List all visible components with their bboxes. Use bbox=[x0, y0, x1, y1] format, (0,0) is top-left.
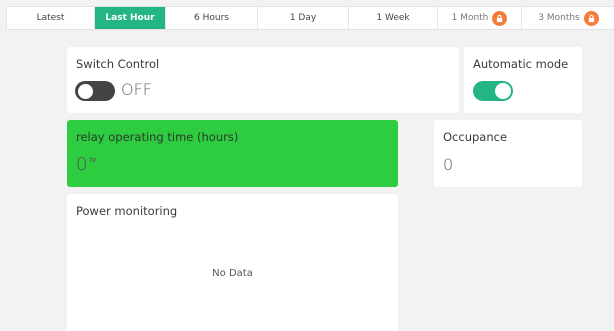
power-monitoring-widget: Power monitoring No Data bbox=[67, 194, 398, 331]
relay-time-readout: 0 hr bbox=[76, 154, 97, 175]
switch-state-label: OFF bbox=[121, 80, 152, 99]
widget-title: relay operating time (hours) bbox=[76, 130, 239, 144]
tab-1-week[interactable]: 1 Week bbox=[349, 7, 438, 29]
tab-label: 1 Month bbox=[451, 13, 489, 23]
lock-icon bbox=[492, 10, 508, 26]
toggle-knob bbox=[77, 82, 94, 100]
no-data-label: No Data bbox=[212, 268, 253, 279]
tab-label: 6 Hours bbox=[194, 13, 229, 23]
switch-control-widget: Switch Control OFF bbox=[67, 47, 459, 113]
widget-title: Switch Control bbox=[76, 57, 160, 71]
tab-label: 1 Day bbox=[289, 13, 317, 23]
tab-1-month[interactable]: 1 Month bbox=[438, 7, 522, 29]
tab-label: 1 Week bbox=[376, 13, 410, 23]
lock-icon bbox=[583, 10, 599, 26]
tab-1-day[interactable]: 1 Day bbox=[258, 7, 349, 29]
switch-control-toggle[interactable] bbox=[75, 81, 115, 101]
widget-title: Occupance bbox=[443, 130, 508, 144]
tab-label: Latest bbox=[36, 13, 65, 23]
tab-6-hours[interactable]: 6 Hours bbox=[166, 7, 258, 29]
tab-latest[interactable]: Latest bbox=[7, 7, 95, 29]
widget-title: Power monitoring bbox=[76, 204, 178, 218]
relay-time-value: 0 bbox=[76, 154, 88, 175]
occupance-value: 0 bbox=[443, 155, 454, 174]
automatic-mode-toggle[interactable] bbox=[473, 81, 513, 101]
tab-label: Last Hour bbox=[105, 13, 155, 23]
tab-last-hour[interactable]: Last Hour bbox=[95, 7, 166, 29]
automatic-mode-widget: Automatic mode bbox=[464, 47, 582, 113]
tab-label: 3 Months bbox=[538, 13, 580, 23]
tab-3-months[interactable]: 3 Months bbox=[522, 7, 614, 29]
relay-time-widget: relay operating time (hours) 0 hr bbox=[67, 120, 398, 187]
occupance-widget: Occupance 0 bbox=[434, 120, 582, 187]
widget-title: Automatic mode bbox=[473, 57, 569, 71]
relay-time-unit: hr bbox=[89, 156, 97, 164]
time-range-tabs: Latest Last Hour 6 Hours 1 Day 1 Week 1 … bbox=[6, 6, 614, 30]
toggle-knob bbox=[495, 83, 511, 99]
